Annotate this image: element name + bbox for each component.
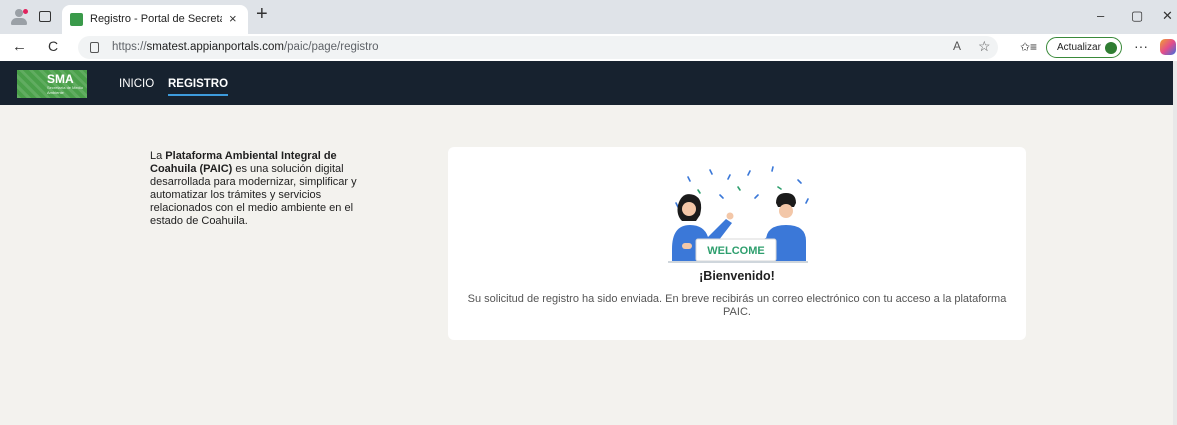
nav-registro[interactable]: REGISTRO xyxy=(168,78,229,96)
browser-toolbar: ← C https://smatest.appianportals.com/pa… xyxy=(0,34,1177,61)
restore-button[interactable]: ▢ xyxy=(1131,8,1143,24)
reload-button[interactable]: C xyxy=(48,38,58,54)
tab-close-icon[interactable]: × xyxy=(229,11,237,26)
new-tab-button[interactable]: + xyxy=(256,3,268,26)
favorites-icon[interactable]: ✩≡ xyxy=(1020,40,1037,54)
page-scrollbar[interactable] xyxy=(1173,61,1177,425)
app-header: SMA Secretaría de Medio Ambiente INICIO … xyxy=(0,61,1173,105)
url-text[interactable]: https://smatest.appianportals.com/paic/p… xyxy=(112,41,379,53)
tab-actions-icon[interactable] xyxy=(39,11,51,22)
address-bar[interactable]: https://smatest.appianportals.com/paic/p… xyxy=(78,36,998,59)
lock-icon[interactable] xyxy=(90,42,99,53)
update-icon xyxy=(1105,42,1117,54)
active-tab-indicator xyxy=(168,94,229,96)
profile-icon[interactable] xyxy=(10,9,28,25)
minimize-button[interactable]: – xyxy=(1097,8,1104,23)
copilot-icon[interactable] xyxy=(1160,39,1176,55)
intro-paragraph: La Plataforma Ambiental Integral de Coah… xyxy=(150,150,357,227)
favorite-star-icon[interactable]: ☆ xyxy=(978,38,991,55)
browser-tab-strip: Registro - Portal de Secretaría de × + –… xyxy=(0,0,1177,34)
logo-text: SMA xyxy=(47,72,74,86)
welcome-sign-text: WELCOME xyxy=(707,245,764,257)
logo-subtext: Secretaría de Medio Ambiente xyxy=(47,85,84,95)
tab-title: Registro - Portal de Secretaría de xyxy=(90,13,222,25)
welcome-card: WELCOME ¡Bienvenido! Su solicitud de reg… xyxy=(448,147,1026,340)
nav-inicio[interactable]: INICIO xyxy=(119,78,154,90)
welcome-title: ¡Bienvenido! xyxy=(699,269,775,283)
update-browser-button[interactable]: Actualizar xyxy=(1046,37,1122,58)
welcome-message: Su solicitud de registro ha sido enviada… xyxy=(467,293,1007,318)
back-button[interactable]: ← xyxy=(12,38,27,55)
welcome-illustration: WELCOME xyxy=(668,166,809,263)
sma-logo[interactable]: SMA Secretaría de Medio Ambiente xyxy=(17,70,87,98)
more-menu-button[interactable]: ··· xyxy=(1134,38,1148,54)
close-window-button[interactable]: ✕ xyxy=(1162,8,1173,24)
read-aloud-icon[interactable]: A xyxy=(953,39,961,53)
browser-tab[interactable]: Registro - Portal de Secretaría de × xyxy=(62,5,248,34)
site-favicon-icon xyxy=(70,13,83,26)
